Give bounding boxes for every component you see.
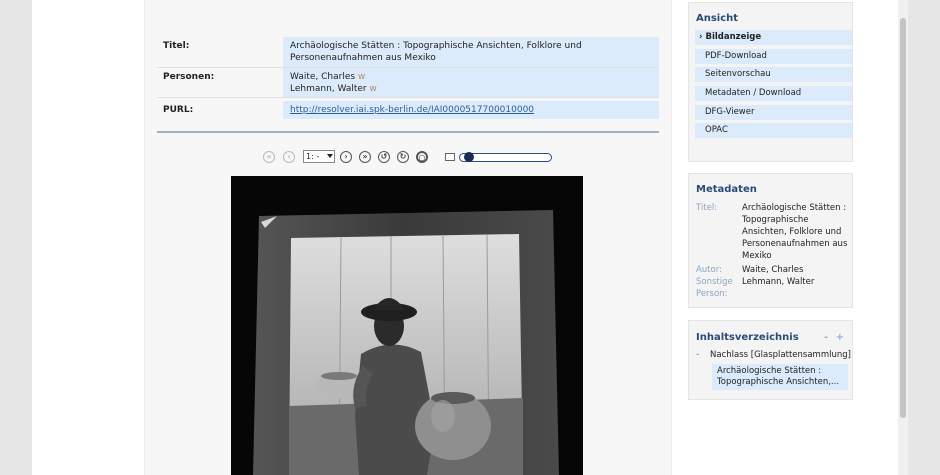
viewer-toolbar: « ‹ 1: - › » ↺ ↻ ○ [263, 150, 563, 166]
view-item-label: Bildanzeige [705, 32, 762, 42]
active-arrow-icon: › [699, 32, 703, 42]
toc-expand-collapse-controls[interactable]: - + [824, 332, 846, 343]
view-item-pdf-download[interactable]: PDF-Download [695, 49, 852, 64]
view-item-label: DFG-Viewer [705, 107, 755, 117]
metadata-panel-title: Metadaten [696, 184, 757, 195]
scrollbar[interactable] [898, 0, 908, 475]
last-page-icon[interactable]: » [359, 151, 371, 163]
view-item-opac[interactable]: OPAC [695, 123, 852, 138]
view-item-label: PDF-Download [705, 51, 767, 61]
metadata-value-persons: Waite, Charles W Lehmann, Walter W [283, 68, 659, 98]
metadata-label-persons: Personen: [163, 72, 215, 82]
view-item-image[interactable]: › Bildanzeige [695, 30, 852, 45]
metadata-author-label: Autor: [696, 265, 722, 275]
page-select-value: 1: - [306, 152, 320, 161]
scrollbar-thumb[interactable] [900, 18, 906, 418]
metadata-row-purl: PURL: http://resolver.iai.spk-berlin.de/… [157, 101, 659, 119]
page-select[interactable]: 1: - [303, 150, 335, 163]
metadata-title-value: Archäologische Stätten : Topographische … [742, 203, 848, 261]
toc-subitem-selected[interactable]: Archäologische Stätten : Topographische … [712, 364, 848, 390]
wiki-icon[interactable]: W [370, 85, 377, 93]
chevron-down-icon [327, 154, 333, 158]
wiki-icon[interactable]: W [358, 73, 365, 81]
zoom-slider-handle[interactable] [464, 152, 474, 162]
metadata-author-value: Waite, Charles [742, 265, 804, 275]
toc-panel-title: Inhaltsverzeichnis [696, 332, 799, 343]
scanned-glass-plate-image[interactable] [231, 176, 583, 475]
view-item-page-preview[interactable]: Seitenvorschau [695, 67, 852, 82]
view-item-label: Metadaten / Download [705, 88, 802, 98]
metadata-label-purl: PURL: [163, 105, 194, 115]
reset-icon[interactable]: ○ [416, 151, 428, 163]
collapse-icon[interactable]: - [696, 349, 700, 361]
previous-page-icon[interactable]: ‹ [283, 151, 295, 163]
metadata-panel: Metadaten Titel: Archäologische Stätten … [688, 173, 853, 308]
rotate-right-icon[interactable]: ↻ [397, 151, 409, 163]
next-page-icon[interactable]: › [340, 151, 352, 163]
zoom-icon[interactable] [445, 153, 455, 161]
metadata-other-label: Sonstige Person: [696, 277, 733, 299]
first-page-icon[interactable]: « [263, 151, 275, 163]
metadata-value-purl: http://resolver.iai.spk-berlin.de/IAI000… [283, 101, 659, 119]
view-item-metadata-download[interactable]: Metadaten / Download [695, 86, 852, 101]
view-item-dfg-viewer[interactable]: DFG-Viewer [695, 105, 852, 120]
view-item-label: OPAC [705, 125, 728, 135]
view-panel: Ansicht › Bildanzeige PDF-Download Seite… [688, 2, 853, 162]
metadata-other-value: Lehmann, Walter [742, 277, 815, 287]
purl-link[interactable]: http://resolver.iai.spk-berlin.de/IAI000… [290, 105, 534, 115]
photo-illustration [231, 176, 583, 475]
toolbar-divider [157, 131, 659, 133]
row-divider [157, 97, 659, 98]
metadata-row-persons: Personen: Waite, Charles W Lehmann, Walte… [157, 68, 659, 98]
view-panel-title: Ansicht [696, 13, 739, 24]
view-item-label: Seitenvorschau [705, 69, 771, 79]
metadata-title-label: Titel: [696, 203, 718, 213]
toc-panel: Inhaltsverzeichnis - + - Nachlass [Glasp… [688, 320, 853, 400]
zoom-slider[interactable] [459, 152, 552, 162]
page-container: Titel: Archäologische Stätten : Topograp… [32, 0, 902, 475]
person-link[interactable]: Waite, Charles [290, 72, 355, 82]
person-link[interactable]: Lehmann, Walter [290, 84, 367, 94]
metadata-row-title: Titel: Archäologische Stätten : Topograp… [157, 37, 659, 67]
metadata-value-title: Archäologische Stätten : Topographische … [283, 37, 659, 67]
main-content: Titel: Archäologische Stätten : Topograp… [144, 0, 672, 475]
toc-item-nachlass[interactable]: Nachlass [Glasplattensammlung] [710, 349, 851, 361]
rotate-left-icon[interactable]: ↺ [378, 151, 390, 163]
metadata-label-title: Titel: [163, 41, 190, 51]
